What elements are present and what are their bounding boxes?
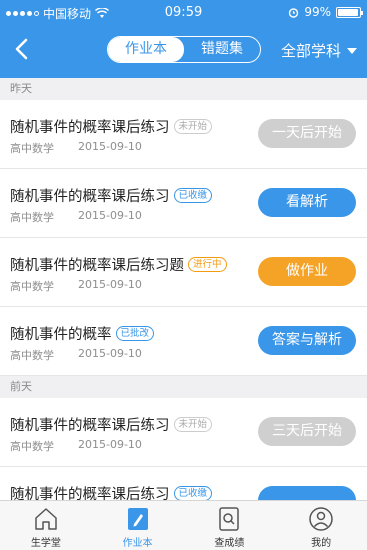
list-item[interactable]: 随机事件的概率课后练习 已收缴 高中数学 2015-09-10 看解析 bbox=[0, 169, 367, 238]
list-item[interactable]: 随机事件的概率课后练习题 进行中 高中数学 2015-09-10 做作业 bbox=[0, 238, 367, 307]
action-button[interactable]: 看解析 bbox=[258, 188, 356, 217]
bottom-tab-bar: 生学堂 作业本 查成绩 我的 bbox=[0, 500, 367, 550]
item-date: 2015-09-10 bbox=[78, 209, 142, 222]
segmented-control: 作业本 错题集 bbox=[107, 36, 261, 63]
item-date: 2015-09-10 bbox=[78, 278, 142, 291]
status-badge: 进行中 bbox=[188, 257, 227, 272]
action-button[interactable]: 做作业 bbox=[258, 257, 356, 286]
tab-home[interactable]: 生学堂 bbox=[0, 501, 92, 550]
item-title: 随机事件的概率课后练习 bbox=[10, 189, 170, 205]
tab-label: 查成绩 bbox=[214, 538, 245, 549]
status-badge: 已收缴 bbox=[173, 188, 213, 203]
tab-label: 作业本 bbox=[122, 538, 153, 549]
battery-percent: 99% bbox=[304, 5, 331, 19]
top-bar: 中国移动 09:59 99% 作业本 错题集 全部学科 bbox=[0, 0, 367, 78]
homework-list: 昨天 随机事件的概率课后练习 未开始 高中数学 2015-09-10 一天后开始… bbox=[0, 78, 367, 500]
status-bar: 中国移动 09:59 99% bbox=[0, 0, 367, 26]
chevron-down-icon bbox=[347, 47, 357, 54]
alarm-icon bbox=[289, 7, 299, 18]
homework-icon bbox=[127, 508, 148, 530]
action-button[interactable]: 三天后开始 bbox=[258, 417, 356, 446]
tab-mistakes[interactable]: 错题集 bbox=[184, 37, 260, 62]
item-subject: 高中数学 bbox=[10, 280, 54, 293]
back-arrow-icon[interactable] bbox=[8, 34, 38, 64]
item-subject: 高中数学 bbox=[10, 440, 54, 453]
status-badge: 已批改 bbox=[115, 326, 155, 341]
search-grades-icon bbox=[219, 507, 240, 531]
status-badge: 未开始 bbox=[173, 417, 213, 432]
action-button[interactable] bbox=[258, 486, 356, 500]
tab-homework[interactable]: 作业本 bbox=[108, 37, 184, 62]
list-item[interactable]: 随机事件的概率 已批改 高中数学 2015-09-10 答案与解析 bbox=[0, 307, 367, 376]
list-item[interactable]: 随机事件的概率课后练习 未开始 高中数学 2015-09-10 三天后开始 bbox=[0, 398, 367, 467]
nav-bar: 作业本 错题集 全部学科 bbox=[0, 26, 367, 78]
action-button[interactable]: 答案与解析 bbox=[258, 326, 356, 355]
battery-icon bbox=[336, 6, 363, 18]
home-icon bbox=[35, 508, 57, 530]
item-title: 随机事件的概率 bbox=[10, 327, 112, 343]
status-badge: 已收缴 bbox=[173, 486, 213, 500]
tab-label: 我的 bbox=[311, 538, 332, 549]
tab-grades[interactable]: 查成绩 bbox=[184, 501, 276, 550]
subject-filter[interactable]: 全部学科 bbox=[281, 40, 357, 61]
section-header: 前天 bbox=[0, 376, 367, 398]
item-title: 随机事件的概率课后练习 bbox=[10, 120, 170, 136]
item-subject: 高中数学 bbox=[10, 142, 54, 155]
section-header: 昨天 bbox=[0, 78, 367, 100]
item-date: 2015-09-10 bbox=[78, 438, 142, 451]
list-item[interactable]: 随机事件的概率课后练习 未开始 高中数学 2015-09-10 一天后开始 bbox=[0, 100, 367, 169]
item-subject: 高中数学 bbox=[10, 211, 54, 224]
item-date: 2015-09-10 bbox=[78, 140, 142, 153]
tab-homework-book[interactable]: 作业本 bbox=[92, 501, 184, 550]
status-badge: 未开始 bbox=[173, 119, 213, 134]
tab-label: 生学堂 bbox=[30, 538, 61, 549]
profile-icon bbox=[309, 507, 333, 531]
item-title: 随机事件的概率课后练习 bbox=[10, 418, 170, 434]
item-date: 2015-09-10 bbox=[78, 347, 142, 360]
item-subject: 高中数学 bbox=[10, 349, 54, 362]
subject-filter-label: 全部学科 bbox=[280, 42, 341, 60]
item-title: 随机事件的概率课后练习题 bbox=[10, 258, 184, 274]
tab-profile[interactable]: 我的 bbox=[275, 501, 367, 550]
action-button[interactable]: 一天后开始 bbox=[258, 119, 356, 148]
list-item[interactable]: 随机事件的概率课后练习 已收缴 bbox=[0, 467, 367, 500]
item-title: 随机事件的概率课后练习 bbox=[10, 487, 170, 500]
